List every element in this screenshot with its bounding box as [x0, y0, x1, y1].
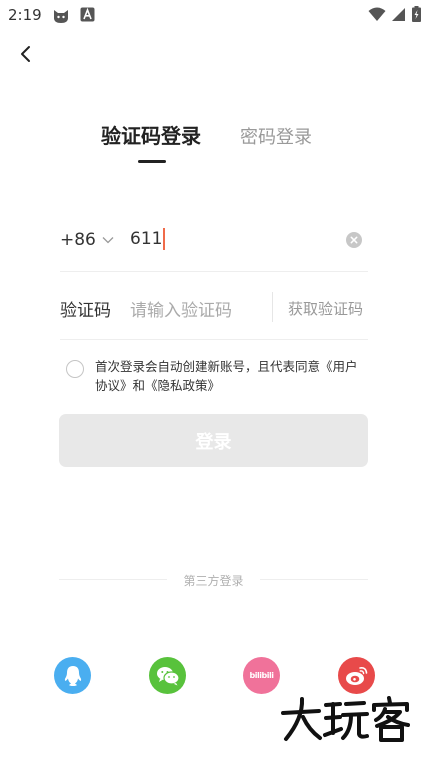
tab-sms-login[interactable]: 验证码登录	[101, 120, 201, 149]
weibo-login-button[interactable]	[338, 657, 375, 694]
wifi-icon	[368, 7, 386, 26]
code-label: 验证码	[60, 301, 111, 321]
agreement: 首次登录会自动创建新账号，且代表同意《用户协议》和《隐私政策》	[66, 357, 368, 401]
battery-icon	[412, 6, 421, 26]
login-button[interactable]: 登录	[59, 414, 368, 467]
wechat-icon	[156, 666, 180, 685]
phone-input-value: 611	[130, 229, 163, 249]
clear-icon	[350, 236, 358, 244]
weibo-icon	[345, 666, 367, 685]
tab-password-login[interactable]: 密码登录	[240, 123, 312, 149]
back-button[interactable]	[14, 42, 38, 66]
clear-phone-button[interactable]	[346, 232, 362, 248]
agreement-and: 和	[132, 378, 146, 393]
signal-icon	[392, 7, 406, 26]
watermark-logo	[280, 696, 412, 744]
divider-line-right	[260, 579, 368, 580]
phone-input[interactable]: 611	[130, 228, 166, 250]
status-time: 2:19	[8, 6, 42, 24]
wechat-login-button[interactable]	[149, 657, 186, 694]
bilibili-icon: bilibili	[249, 671, 274, 680]
code-row: 验证码 请输入验证码 获取验证码	[60, 272, 368, 340]
agreement-intro: 首次登录会自动创建新账号，且代表同意	[95, 359, 321, 374]
qq-icon	[64, 665, 81, 686]
text-caret	[163, 228, 166, 250]
login-tabs: 验证码登录 密码登录	[0, 120, 429, 170]
code-divider	[272, 292, 273, 322]
chevron-left-icon	[21, 46, 30, 62]
active-tab-indicator	[138, 160, 166, 163]
cat-app-icon	[52, 7, 70, 29]
country-code-selector[interactable]: +86	[60, 230, 114, 250]
third-party-label: 第三方登录	[183, 574, 244, 588]
privacy-policy-link[interactable]: 《隐私政策》	[145, 378, 220, 393]
agree-checkbox[interactable]	[66, 360, 84, 378]
status-bar: 2:19	[0, 0, 429, 30]
third-party-divider: 第三方登录	[59, 570, 368, 590]
chevron-down-icon	[102, 237, 114, 244]
code-input[interactable]: 请输入验证码	[130, 296, 232, 321]
agreement-text: 首次登录会自动创建新账号，且代表同意《用户协议》和《隐私政策》	[95, 357, 368, 395]
bilibili-login-button[interactable]: bilibili	[243, 657, 280, 694]
phone-row: +86 611	[60, 210, 368, 272]
qq-login-button[interactable]	[54, 657, 91, 694]
get-code-button[interactable]: 获取验证码	[288, 298, 363, 319]
country-code-value: +86	[60, 230, 96, 250]
a-app-icon	[80, 7, 95, 26]
